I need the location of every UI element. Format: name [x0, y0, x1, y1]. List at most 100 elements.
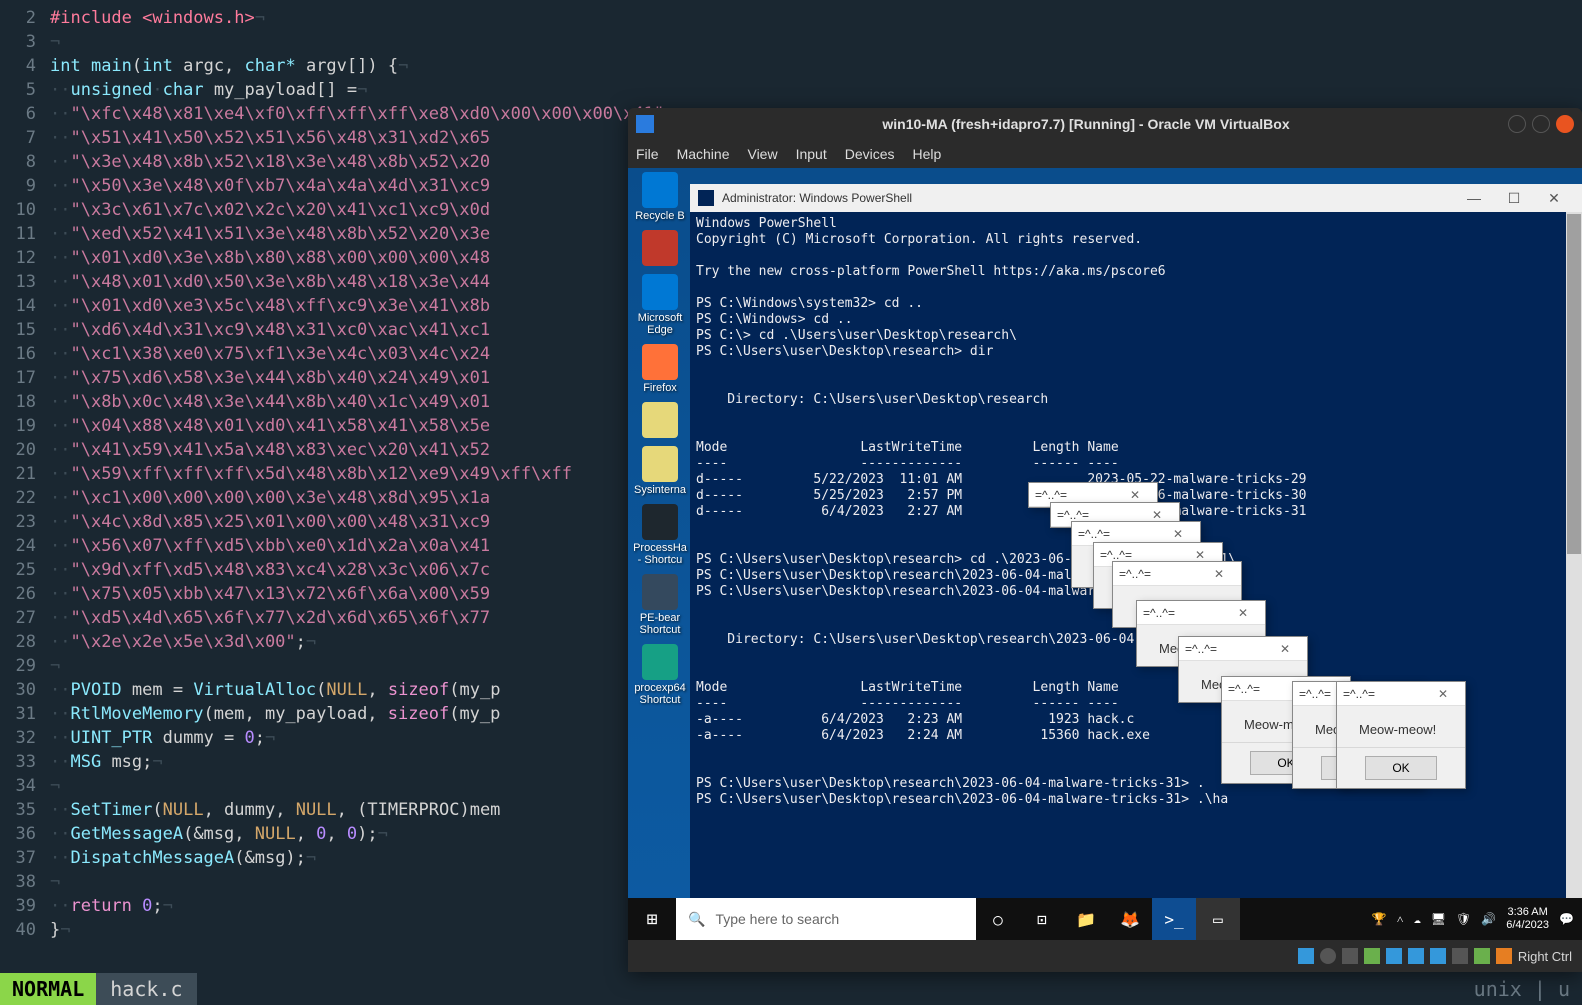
- close-icon[interactable]: ✕: [1203, 567, 1235, 581]
- menu-file[interactable]: File: [636, 146, 659, 162]
- line-number: 17: [0, 366, 50, 390]
- powershell-taskbar-icon[interactable]: >_: [1152, 898, 1196, 940]
- line-number: 36: [0, 822, 50, 846]
- messagebox-title-text: =^..^=: [1078, 527, 1162, 541]
- defender-icon[interactable]: 🛡: [1456, 912, 1471, 926]
- line-number: 34: [0, 774, 50, 798]
- desktop-icon[interactable]: Firefox: [632, 344, 688, 394]
- line-number: 10: [0, 198, 50, 222]
- close-icon[interactable]: ✕: [1227, 606, 1259, 620]
- host-key-label: Right Ctrl: [1518, 949, 1572, 964]
- desktop-icon-image: [642, 402, 678, 438]
- usb-icon: [1386, 948, 1402, 964]
- menu-view[interactable]: View: [747, 146, 777, 162]
- cortana-icon[interactable]: ○: [976, 898, 1020, 940]
- taskbar-search[interactable]: 🔍 Type here to search: [676, 898, 976, 940]
- menu-help[interactable]: Help: [913, 146, 942, 162]
- onedrive-icon[interactable]: ☁: [1414, 912, 1421, 926]
- network-icon[interactable]: 🖥: [1431, 912, 1446, 926]
- app-taskbar-icon[interactable]: ▭: [1196, 898, 1240, 940]
- ok-button[interactable]: OK: [1365, 756, 1436, 780]
- notifications-icon[interactable]: 💬: [1559, 912, 1574, 926]
- vm-guest-desktop[interactable]: Recycle B Microsoft Edge Firefox Sysinterna…: [628, 168, 1582, 940]
- close-button[interactable]: [1556, 115, 1574, 133]
- close-icon[interactable]: ✕: [1141, 508, 1173, 522]
- close-icon[interactable]: ✕: [1162, 527, 1194, 541]
- desktop-icon[interactable]: Microsoft Edge: [632, 274, 688, 336]
- firefox-taskbar-icon[interactable]: 🦊: [1108, 898, 1152, 940]
- desktop-icon-label: Recycle B: [632, 210, 688, 222]
- line-number: 26: [0, 582, 50, 606]
- desktop-icon[interactable]: ProcessHa - Shortcu: [632, 504, 688, 566]
- desktop-icon[interactable]: procexp64 Shortcut: [632, 644, 688, 706]
- desktop-icon-label: Microsoft Edge: [632, 312, 688, 336]
- task-view-icon[interactable]: ⊡: [1020, 898, 1064, 940]
- line-number: 9: [0, 174, 50, 198]
- menu-input[interactable]: Input: [796, 146, 827, 162]
- line-number: 35: [0, 798, 50, 822]
- volume-icon[interactable]: 🔊: [1481, 912, 1496, 926]
- line-number: 11: [0, 222, 50, 246]
- line-number: 13: [0, 270, 50, 294]
- messagebox-title-text: =^..^=: [1100, 548, 1184, 562]
- tray-chevron-icon[interactable]: ˄: [1397, 912, 1404, 927]
- menu-machine[interactable]: Machine: [677, 146, 730, 162]
- recording-icon: [1452, 948, 1468, 964]
- line-number: 33: [0, 750, 50, 774]
- powershell-title: Administrator: Windows PowerShell: [722, 191, 1454, 205]
- tray-icon[interactable]: 🏆: [1372, 912, 1387, 926]
- menu-devices[interactable]: Devices: [845, 146, 895, 162]
- system-tray[interactable]: 🏆 ˄ ☁ 🖥 🛡 🔊 3:36 AM 6/4/2023 💬: [1364, 906, 1582, 932]
- line-number: 2: [0, 6, 50, 30]
- file-explorer-icon[interactable]: 📁: [1064, 898, 1108, 940]
- line-number: 23: [0, 510, 50, 534]
- desktop-icon[interactable]: PE-bear Shortcut: [632, 574, 688, 636]
- desktop-icon[interactable]: Sysinterna: [632, 446, 688, 496]
- line-number: 22: [0, 486, 50, 510]
- desktop-icon[interactable]: [632, 230, 688, 266]
- line-number: 12: [0, 246, 50, 270]
- code-line[interactable]: 2#include <windows.h>¬: [0, 6, 1582, 30]
- virtualbox-titlebar[interactable]: win10-MA (fresh+idapro7.7) [Running] - O…: [628, 108, 1582, 140]
- editor-status-right: unix | u: [1474, 977, 1582, 1001]
- messagebox-title-text: =^..^=: [1119, 567, 1203, 581]
- start-button[interactable]: ⊞: [628, 898, 676, 940]
- minimize-button[interactable]: —: [1454, 190, 1494, 206]
- code-line[interactable]: 5··unsigned·char my_payload[] =¬: [0, 78, 1582, 102]
- messagebox[interactable]: =^..^=✕Meow-meow!OK: [1336, 681, 1466, 789]
- line-number: 27: [0, 606, 50, 630]
- messagebox-title-text: =^..^=: [1185, 642, 1269, 656]
- mouse-icon: [1496, 948, 1512, 964]
- line-number: 24: [0, 534, 50, 558]
- line-number: 21: [0, 462, 50, 486]
- desktop-icon[interactable]: Recycle B: [632, 172, 688, 222]
- close-icon[interactable]: ✕: [1269, 642, 1301, 656]
- network-icon: [1364, 948, 1380, 964]
- messagebox-titlebar[interactable]: =^..^=✕: [1337, 682, 1465, 706]
- line-number: 8: [0, 150, 50, 174]
- close-icon[interactable]: ✕: [1119, 488, 1151, 502]
- code-line[interactable]: 4int main(int argc, char* argv[]) {¬: [0, 54, 1582, 78]
- close-button[interactable]: ✕: [1534, 190, 1574, 207]
- taskbar-clock[interactable]: 3:36 AM 6/4/2023: [1506, 906, 1549, 932]
- cpu-icon: [1474, 948, 1490, 964]
- desktop-icon[interactable]: [632, 402, 688, 438]
- messagebox-titlebar[interactable]: =^..^=✕: [1179, 637, 1307, 661]
- desktop-icons-column: Recycle B Microsoft Edge Firefox Sysinterna…: [632, 172, 692, 714]
- scrollbar-thumb[interactable]: [1567, 214, 1581, 554]
- close-icon[interactable]: ✕: [1184, 548, 1216, 562]
- line-number: 5: [0, 78, 50, 102]
- desktop-icon-image: [642, 172, 678, 208]
- messagebox-title-text: =^..^=: [1057, 508, 1141, 522]
- powershell-titlebar[interactable]: Administrator: Windows PowerShell — ☐ ✕: [690, 184, 1582, 212]
- shared-folder-icon: [1408, 948, 1424, 964]
- desktop-icon-label: ProcessHa - Shortcu: [632, 542, 688, 566]
- close-icon[interactable]: ✕: [1427, 687, 1459, 701]
- maximize-button[interactable]: [1532, 115, 1550, 133]
- maximize-button[interactable]: ☐: [1494, 190, 1534, 207]
- messagebox-titlebar[interactable]: =^..^=✕: [1113, 562, 1241, 586]
- scrollbar[interactable]: [1566, 212, 1582, 940]
- minimize-button[interactable]: [1508, 115, 1526, 133]
- messagebox-titlebar[interactable]: =^..^=✕: [1137, 601, 1265, 625]
- code-line[interactable]: 3¬: [0, 30, 1582, 54]
